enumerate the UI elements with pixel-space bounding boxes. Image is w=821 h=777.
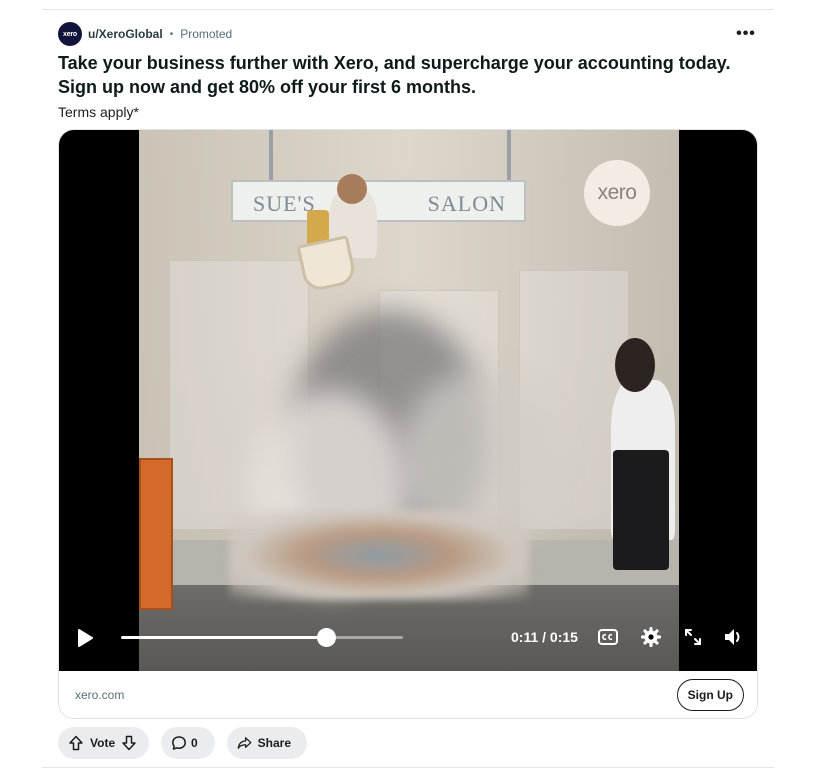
share-arrow-icon [237,737,252,749]
upvote-button[interactable] [68,735,84,751]
vote-label: Vote [90,736,116,750]
fullscreen-button[interactable] [681,625,705,649]
volume-icon [725,629,740,645]
play-button[interactable] [73,626,97,650]
time-display: 0:11 / 0:15 [511,629,578,645]
promoted-label: Promoted [180,27,233,41]
post-actions: Vote 0 Share [58,727,307,759]
progress-track[interactable] [121,636,403,639]
share-label: Share [257,736,291,750]
more-options-button[interactable]: ••• [734,22,758,46]
settings-button[interactable] [639,625,663,649]
salon-sign: SUE'S SALON [231,180,526,222]
downvote-button[interactable] [121,735,137,751]
video-player[interactable]: SUE'S SALON xero 0:11 / 0:15 [59,130,757,671]
sign-up-button[interactable]: Sign Up [676,679,744,711]
captions-button[interactable] [597,626,619,648]
play-icon [78,629,93,647]
bottom-divider [42,767,774,768]
vote-group: Vote [58,727,149,759]
expand-icon [685,629,701,645]
comment-count: 0 [191,736,198,750]
separator-dot: • [169,28,174,40]
username-link[interactable]: u/XeroGlobal [88,27,163,41]
avatar[interactable]: xero [58,22,82,46]
woman-head [337,174,367,204]
bystander-head [615,338,655,392]
terms-text: Terms apply* [58,104,139,120]
more-options-icon: ••• [736,25,756,42]
sign-text-right: SALON [427,191,506,216]
share-button[interactable]: Share [227,727,307,759]
xero-logo: xero [584,160,650,226]
debris-pile [229,510,529,600]
comment-bubble-icon [172,736,186,750]
closed-captions-icon [598,629,618,645]
progress-thumb[interactable] [317,628,337,647]
post-header: xero u/XeroGlobal • Promoted ••• [58,22,758,46]
video-controls: 0:11 / 0:15 [59,620,757,670]
orange-bin [139,458,173,610]
downvote-arrow-icon [122,735,136,751]
volume-button[interactable] [721,625,747,649]
upvote-arrow-icon [69,735,83,751]
ad-domain-link[interactable]: xero.com [75,688,124,702]
ad-footer: xero.com Sign Up [59,671,757,718]
comments-button[interactable]: 0 [161,727,215,759]
video-frame: SUE'S SALON xero [139,130,679,671]
media-card: SUE'S SALON xero 0:11 / 0:15 xero.com Si… [58,129,758,719]
post-title[interactable]: Take your business further with Xero, an… [58,51,768,99]
top-divider [42,9,774,10]
settings-gear-icon [641,627,661,647]
bystander-legs [613,450,669,570]
